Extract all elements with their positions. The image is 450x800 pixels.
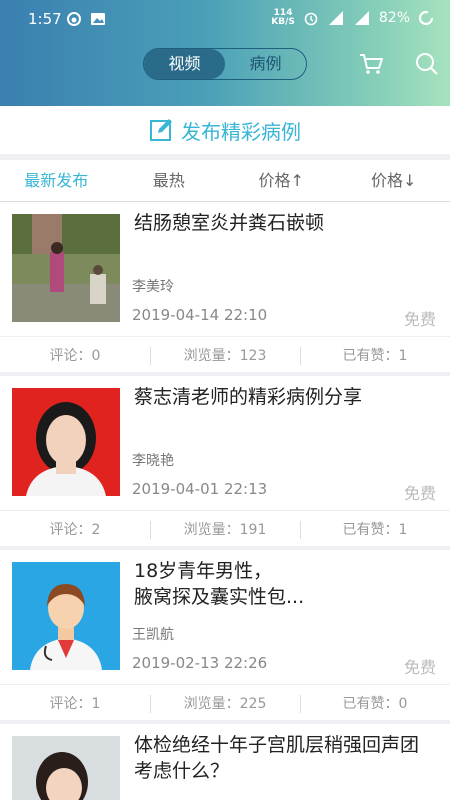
status-bar: 1:57 114 KB/S 82% [0, 0, 450, 38]
case-price: 免费 [403, 310, 436, 329]
case-title: 18岁青年男性， 腋窝探及囊实性包... [134, 560, 305, 608]
sort-hot[interactable]: 最热 [113, 160, 226, 201]
case-likes: 已有赞：1 [300, 511, 450, 548]
sort-price-desc[interactable]: 价格↓ [338, 160, 450, 201]
app-header: 1:57 114 KB/S 82% 视频 病例 [0, 0, 450, 106]
case-price: 免费 [403, 658, 436, 677]
case-stats: 评论：1 浏览量：225 已有赞：0 [0, 684, 450, 722]
case-date: 2019-02-13 22:26 [132, 654, 268, 672]
case-thumbnail [12, 388, 120, 496]
case-likes: 已有赞：1 [300, 337, 450, 374]
case-comments: 评论：1 [49, 696, 101, 712]
case-comments: 评论：0 [49, 348, 101, 364]
battery-icon [418, 10, 434, 26]
signal-icon [354, 11, 369, 25]
sort-price-asc[interactable]: 价格↑ [225, 160, 338, 201]
case-views: 浏览量：123 [150, 337, 300, 374]
status-time: 1:57 [28, 10, 62, 28]
image-notification-icon [91, 13, 105, 25]
tab-video[interactable]: 视频 [144, 49, 225, 79]
case-card[interactable]: 蔡志清老师的精彩病例分享 李晓艳 2019-04-01 22:13 免费 评论：… [0, 376, 450, 546]
case-title: 结肠憩室炎并粪石嵌顿 [134, 212, 325, 234]
signal-4g-icon [328, 11, 343, 25]
case-author: 王凯航 [132, 627, 174, 643]
case-stats: 评论：2 浏览量：191 已有赞：1 [0, 510, 450, 548]
case-author: 李美玲 [132, 279, 174, 295]
cart-icon[interactable] [358, 51, 384, 77]
tab-cases[interactable]: 病例 [225, 49, 306, 79]
sort-latest[interactable]: 最新发布 [0, 160, 113, 201]
case-card[interactable]: 体检绝经十年子宫肌层稍强回声团 考虑什么？ [0, 724, 450, 800]
case-stats: 评论：0 浏览量：123 已有赞：1 [0, 336, 450, 374]
case-card[interactable]: 18岁青年男性， 腋窝探及囊实性包... 王凯航 2019-02-13 22:2… [0, 550, 450, 720]
sort-bar: 最新发布 最热 价格↑ 价格↓ [0, 160, 450, 202]
case-title: 体检绝经十年子宫肌层稍强回声团 考虑什么？ [134, 734, 420, 782]
case-thumbnail [12, 214, 120, 322]
case-card[interactable]: 结肠憩室炎并粪石嵌顿 李美玲 2019-04-14 22:10 免费 评论：0 … [0, 202, 450, 372]
publish-label: 发布精彩病例 [181, 119, 301, 144]
case-comments: 评论：2 [49, 522, 101, 538]
case-views: 浏览量：225 [150, 685, 300, 722]
case-thumbnail [12, 736, 120, 800]
network-speed: 114 KB/S [271, 8, 295, 27]
case-thumbnail [12, 562, 120, 670]
case-title: 蔡志清老师的精彩病例分享 [134, 386, 363, 408]
case-likes: 已有赞：0 [300, 685, 450, 722]
status-right: 114 KB/S 82% [271, 9, 434, 27]
case-views: 浏览量：191 [150, 511, 300, 548]
battery-level: 82% [378, 10, 410, 26]
case-price: 免费 [403, 484, 436, 503]
case-author: 李晓艳 [132, 453, 174, 469]
alarm-icon [304, 12, 318, 26]
publish-case-button[interactable]: 发布精彩病例 [0, 106, 450, 154]
content-type-switch: 视频 病例 [143, 48, 307, 80]
search-icon[interactable] [414, 51, 440, 77]
edit-icon [150, 119, 172, 141]
status-left-icons [66, 11, 106, 27]
case-date: 2019-04-01 22:13 [132, 480, 268, 498]
app-notification-icon [67, 12, 81, 26]
case-date: 2019-04-14 22:10 [132, 306, 268, 324]
